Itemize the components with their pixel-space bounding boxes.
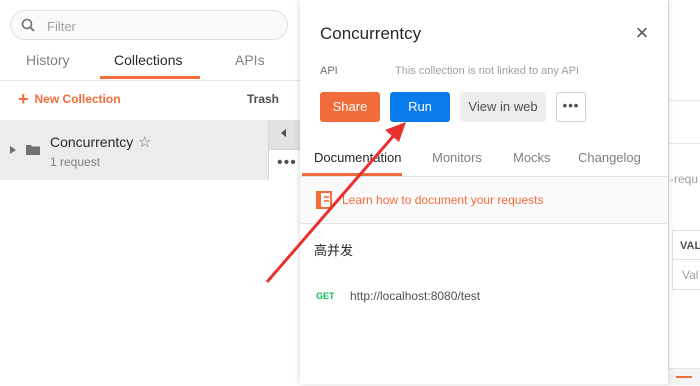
annotation-arrow <box>265 122 406 283</box>
